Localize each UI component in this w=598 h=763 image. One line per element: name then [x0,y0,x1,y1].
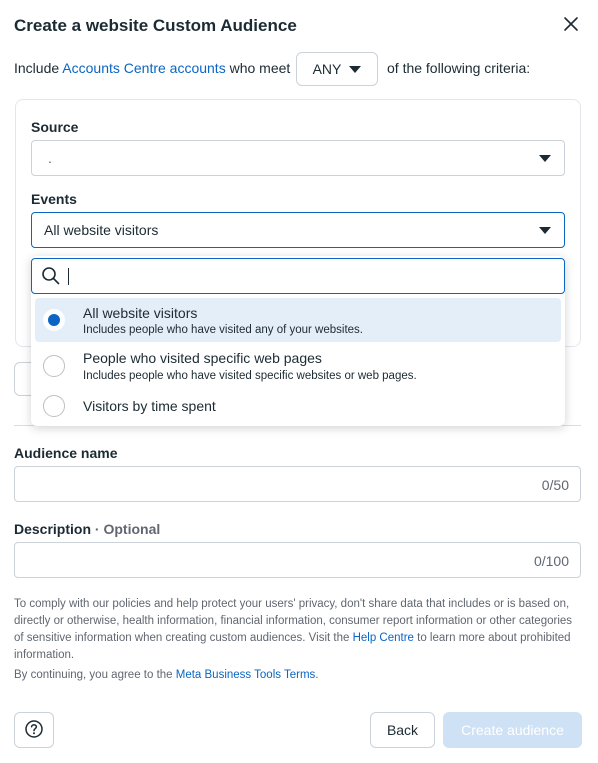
description-input[interactable]: 0/100 [14,542,581,578]
text-cursor [68,268,69,285]
audience-name-input[interactable]: 0/50 [14,466,581,502]
option-subtitle: Includes people who have visited specifi… [83,370,417,382]
terms-text-after: . [315,669,319,681]
description-label-row: Description · Optional [14,521,160,537]
create-audience-button[interactable]: Create audience [443,712,582,748]
back-button[interactable]: Back [370,712,435,748]
events-select[interactable]: All website visitors [31,212,565,248]
business-tools-terms-link[interactable]: Meta Business Tools Terms [176,669,316,681]
question-mark-icon [24,719,44,742]
source-select[interactable]: . [31,140,565,176]
option-title: People who visited specific web pages [83,350,322,366]
dialog-title: Create a website Custom Audience [14,16,297,35]
caret-down-icon [349,65,362,73]
audience-name-counter: 0/50 [541,477,569,493]
option-title: All website visitors [83,305,198,321]
criteria-prefix: Include [14,60,60,76]
match-type-value: ANY [312,61,342,77]
dropdown-option-time-spent[interactable]: Visitors by time spent [35,390,561,422]
source-value: . [48,150,52,166]
terms-text-before: By continuing, you agree to the [14,669,176,681]
radio-unselected-icon [43,355,65,377]
events-label: Events [31,191,77,207]
match-type-dropdown[interactable]: ANY [296,52,378,86]
caret-down-icon [539,155,551,162]
help-centre-link[interactable]: Help Centre [353,632,414,644]
criteria-mid: who meet [229,60,291,76]
terms-notice: By continuing, you agree to the Meta Bus… [14,669,319,681]
radio-unselected-icon [43,395,65,417]
criteria-suffix: of the following criteria: [387,60,531,76]
accounts-centre-link[interactable]: Accounts Centre accounts [62,60,225,76]
audience-name-label: Audience name [14,445,118,461]
description-separator: · [91,521,104,537]
description-label: Description [14,521,92,537]
events-value: All website visitors [44,222,159,238]
close-icon[interactable] [560,13,582,35]
dropdown-option-specific-pages[interactable]: People who visited specific web pages In… [35,344,561,388]
help-button[interactable] [14,712,54,748]
source-label: Source [31,119,79,135]
search-icon [41,266,61,289]
optional-tag: Optional [103,521,161,537]
description-counter: 0/100 [533,553,569,569]
policy-notice: To comply with our policies and help pro… [14,596,574,664]
radio-selected-icon [43,309,65,331]
option-subtitle: Includes people who have visited any of … [83,324,363,336]
option-title: Visitors by time spent [83,398,216,414]
dropdown-search-input[interactable] [31,258,565,294]
caret-down-icon [539,227,551,234]
dropdown-option-all-visitors[interactable]: All website visitors Includes people who… [35,298,561,342]
criteria-sentence: Include Accounts Centre accounts who mee… [14,60,290,76]
events-dropdown-menu: All website visitors Includes people who… [31,256,565,426]
